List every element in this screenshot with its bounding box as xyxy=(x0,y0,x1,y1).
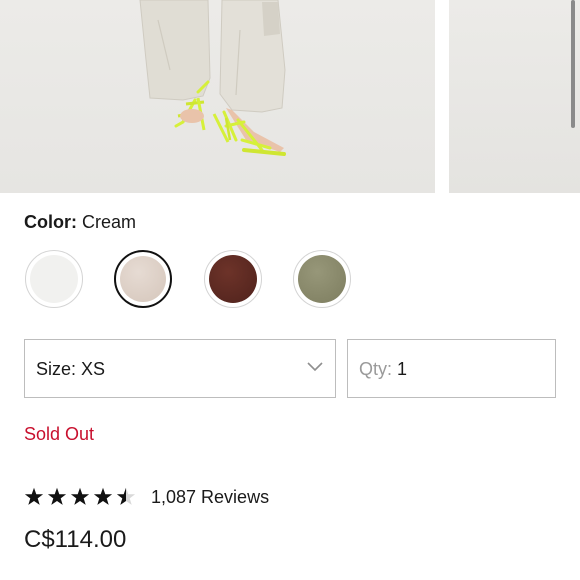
product-image-thumbnail[interactable] xyxy=(449,0,580,193)
swatch-olive-fill xyxy=(298,255,346,303)
size-select-label: Size: XS xyxy=(36,359,105,380)
qty-value: 1 xyxy=(397,359,408,379)
product-photo-illustration xyxy=(139,0,286,156)
swatch-olive[interactable] xyxy=(293,250,351,308)
quantity-field[interactable]: Qty: 1 xyxy=(347,339,556,398)
swatch-brown-fill xyxy=(209,255,257,303)
star-rating xyxy=(24,487,136,505)
star-icon-2 xyxy=(47,487,67,505)
swatch-brown[interactable] xyxy=(204,250,262,308)
stock-status: Sold Out xyxy=(24,424,95,444)
color-selection-label: Color: Cream xyxy=(24,212,136,233)
size-value: XS xyxy=(81,359,106,379)
size-select[interactable]: Size: XS xyxy=(24,339,336,398)
product-price: C$114.00 xyxy=(24,526,127,553)
star-icon-4 xyxy=(93,487,113,505)
scrollbar-thumb[interactable] xyxy=(571,0,575,128)
color-value: Cream xyxy=(82,212,137,232)
color-label: Color: xyxy=(24,212,77,232)
star-half-icon xyxy=(116,487,136,505)
star-icon-1 xyxy=(24,487,44,505)
quantity-field-label: Qty: 1 xyxy=(359,359,407,380)
reviews-link[interactable]: 1,087 Reviews xyxy=(151,487,269,508)
product-image-main[interactable] xyxy=(0,0,435,193)
swatch-cream-fill xyxy=(120,256,166,302)
size-label: Size: xyxy=(36,359,77,379)
star-icon-3 xyxy=(70,487,90,505)
swatch-white[interactable] xyxy=(25,250,83,308)
swatch-cream[interactable] xyxy=(114,250,172,308)
chevron-down-icon xyxy=(307,362,323,372)
qty-label: Qty: xyxy=(359,359,393,379)
swatch-white-fill xyxy=(30,255,78,303)
